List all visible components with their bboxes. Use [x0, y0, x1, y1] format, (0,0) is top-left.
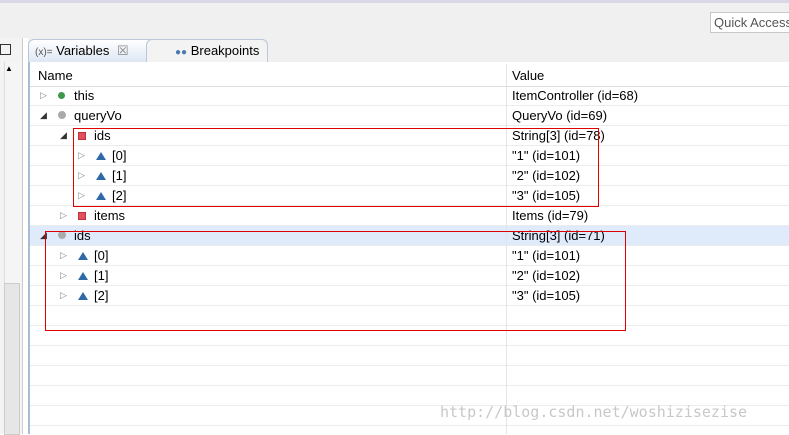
empty-row — [30, 346, 789, 366]
scrollbar-thumb[interactable] — [4, 283, 20, 435]
close-icon[interactable]: ☒ — [117, 43, 129, 58]
left-panel: ▲ — [0, 38, 23, 435]
local-variable-icon — [58, 111, 66, 119]
object-icon — [58, 92, 65, 99]
column-value[interactable]: Value — [512, 68, 544, 83]
variable-value: QueryVo (id=69) — [512, 108, 608, 123]
breakpoints-icon: ●● — [175, 47, 188, 58]
quick-access-input[interactable]: Quick Access — [710, 12, 789, 33]
table-header: Name Value — [30, 64, 789, 87]
table-row[interactable]: ▷ this ItemController (id=68) — [30, 86, 789, 106]
tab-label: Breakpoints — [190, 43, 260, 58]
empty-row — [30, 366, 789, 386]
collapse-icon[interactable]: ◢ — [40, 106, 47, 125]
tab-label: Variables — [56, 43, 110, 58]
highlight-box — [73, 128, 599, 207]
variables-icon: (x)= — [35, 47, 53, 58]
tab-bar: (x)= Variables ☒ ●● Breakpoints — [28, 38, 789, 62]
column-name[interactable]: Name — [38, 68, 73, 83]
expand-icon[interactable]: ▷ — [40, 86, 47, 105]
field-icon — [78, 212, 86, 220]
maximize-icon[interactable] — [0, 44, 11, 55]
variable-value: Items (id=79) — [512, 208, 589, 223]
highlight-box — [45, 231, 626, 331]
expand-icon[interactable]: ▷ — [60, 206, 67, 225]
table-row[interactable]: ◢ queryVo QueryVo (id=69) — [30, 106, 789, 126]
collapse-icon[interactable]: ◢ — [60, 126, 67, 145]
watermark: http://blog.csdn.net/woshizisezise — [440, 403, 748, 421]
variable-name: items — [94, 208, 126, 223]
table-row[interactable]: ▷ items Items (id=79) — [30, 206, 789, 226]
variable-name: this — [74, 88, 95, 103]
toolbar: Quick Access — [0, 0, 789, 38]
variable-value: ItemController (id=68) — [512, 88, 639, 103]
scroll-up-icon[interactable]: ▲ — [5, 64, 13, 73]
tab-breakpoints[interactable]: ●● Breakpoints — [146, 39, 268, 62]
variable-name: queryVo — [74, 108, 122, 123]
